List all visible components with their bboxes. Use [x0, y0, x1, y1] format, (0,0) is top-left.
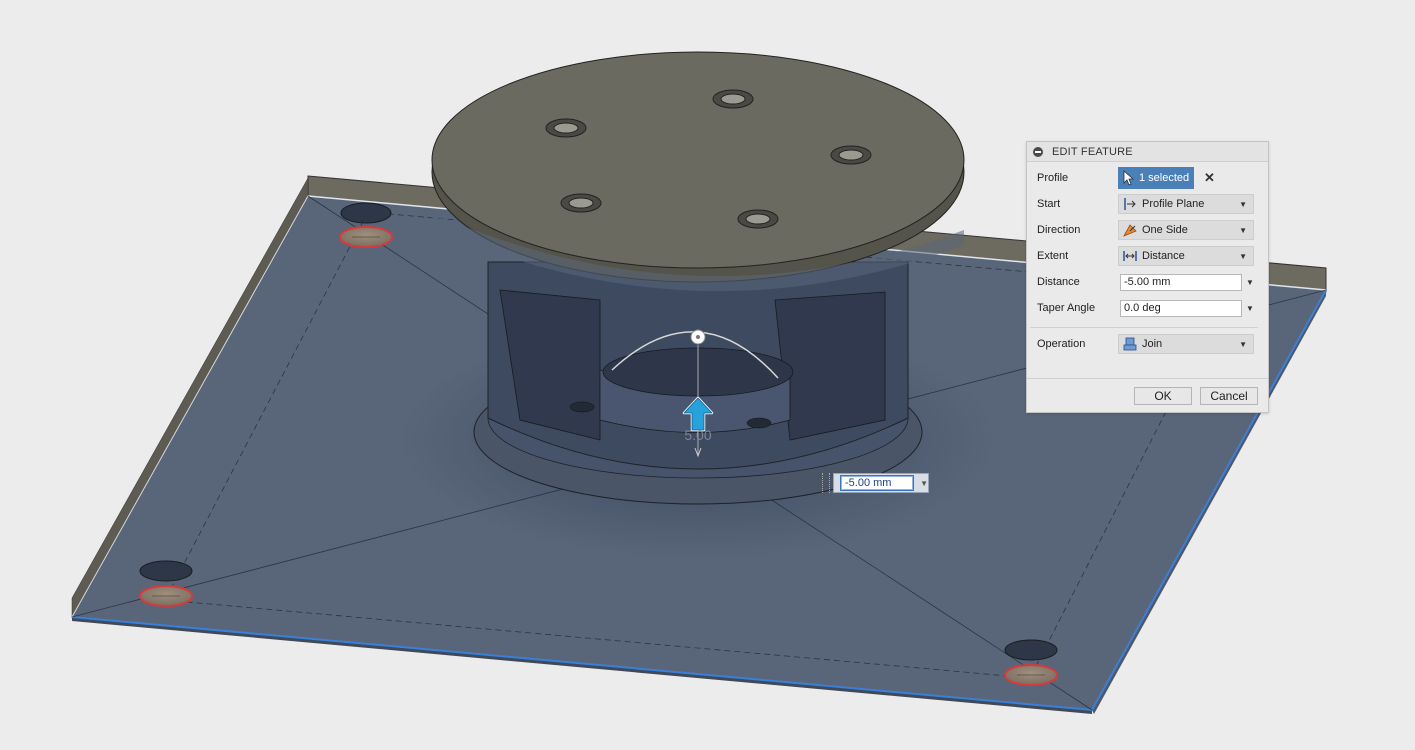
edit-feature-dialog: EDIT FEATURE Profile 1 selected ✕ Start … [1026, 141, 1269, 413]
extent-value: Distance [1142, 250, 1185, 262]
row-distance: Distance -5.00 mm ▼ [1027, 271, 1270, 293]
drag-grip-icon[interactable] [822, 473, 830, 493]
join-icon [1122, 336, 1138, 352]
start-label: Start [1037, 198, 1061, 210]
taper-angle-input[interactable]: 0.0 deg [1120, 299, 1242, 317]
profile-label: Profile [1037, 172, 1069, 184]
row-operation: Operation Join ▼ [1027, 333, 1270, 355]
dimension-input-box[interactable]: -5.00 mm ▼ [833, 473, 929, 493]
dialog-title: EDIT FEATURE [1052, 145, 1133, 158]
collapse-icon[interactable] [1033, 146, 1043, 157]
direction-value: One Side [1142, 224, 1188, 236]
profile-select-button[interactable]: 1 selected [1118, 167, 1194, 189]
dialog-header[interactable]: EDIT FEATURE [1027, 142, 1268, 162]
clear-selection-icon[interactable]: ✕ [1204, 170, 1215, 186]
start-dropdown[interactable]: Profile Plane ▼ [1118, 194, 1254, 214]
operation-dropdown[interactable]: Join ▼ [1118, 334, 1254, 354]
top-disc[interactable] [431, 51, 965, 269]
manipulator-dimension-label: 5.00 [684, 427, 711, 443]
one-side-icon [1122, 222, 1138, 238]
operation-label: Operation [1037, 338, 1086, 350]
profile-plane-icon [1122, 196, 1138, 212]
ok-button[interactable]: OK [1134, 387, 1192, 405]
dimension-input-widget[interactable]: -5.00 mm ▼ [822, 472, 929, 494]
direction-label: Direction [1037, 224, 1081, 236]
row-profile: Profile 1 selected ✕ [1027, 167, 1270, 189]
chevron-down-icon: ▼ [1239, 226, 1247, 235]
chevron-down-icon: ▼ [1239, 252, 1247, 261]
row-extent: Extent Distance ▼ [1027, 245, 1270, 267]
taper-angle-label: Taper Angle [1037, 302, 1096, 314]
chevron-down-icon[interactable]: ▼ [920, 479, 928, 488]
chevron-down-icon: ▼ [1239, 340, 1247, 349]
distance-icon [1122, 248, 1138, 264]
chevron-down-icon[interactable]: ▼ [1246, 278, 1254, 287]
cursor-arrow-icon [1123, 170, 1134, 186]
divider [1030, 327, 1258, 328]
extent-dropdown[interactable]: Distance ▼ [1118, 246, 1254, 266]
chevron-down-icon[interactable]: ▼ [1246, 304, 1254, 313]
row-start: Start Profile Plane ▼ [1027, 193, 1270, 215]
dimension-input-field[interactable]: -5.00 mm [840, 475, 915, 491]
cancel-button[interactable]: Cancel [1200, 387, 1258, 405]
chevron-down-icon: ▼ [1239, 200, 1247, 209]
distance-input[interactable]: -5.00 mm [1120, 273, 1242, 291]
profile-selected-count: 1 selected [1139, 172, 1190, 184]
direction-dropdown[interactable]: One Side ▼ [1118, 220, 1254, 240]
start-value: Profile Plane [1142, 198, 1205, 210]
distance-label: Distance [1037, 276, 1080, 288]
row-taper-angle: Taper Angle 0.0 deg ▼ [1027, 297, 1270, 319]
extent-label: Extent [1037, 250, 1069, 262]
operation-value: Join [1142, 338, 1163, 350]
row-direction: Direction One Side ▼ [1027, 219, 1270, 241]
footer-divider [1027, 378, 1268, 379]
